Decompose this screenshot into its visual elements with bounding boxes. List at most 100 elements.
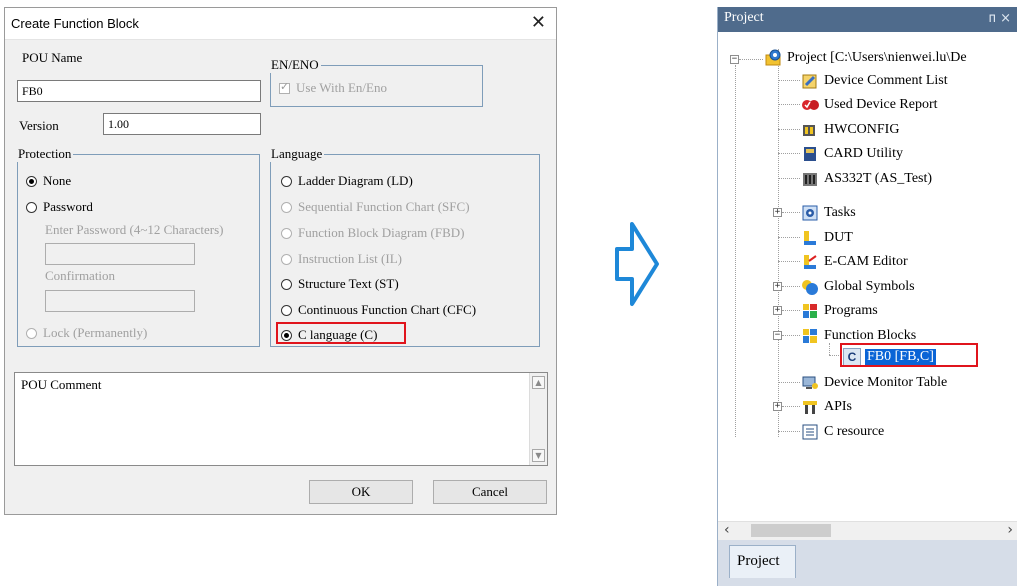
protection-lock-radio[interactable]: Lock (Permanently): [26, 325, 147, 341]
horizontal-scrollbar[interactable]: ‹ ›: [718, 521, 1017, 540]
pin-close-icon[interactable]: ᴨ ×: [989, 11, 1011, 26]
comment-list-icon: [801, 72, 819, 90]
scroll-left-icon[interactable]: ‹: [724, 522, 730, 538]
tree-connector: [778, 80, 800, 81]
confirmation-input: [45, 290, 195, 312]
language-sfc-radio[interactable]: Sequential Function Chart (SFC): [281, 199, 470, 215]
language-il-radio[interactable]: Instruction List (IL): [281, 251, 402, 267]
language-ld-radio[interactable]: Ladder Diagram (LD): [281, 173, 413, 189]
language-fbd-label: Function Block Diagram (FBD): [298, 225, 465, 240]
language-st-radio[interactable]: Structure Text (ST): [281, 276, 399, 292]
project-panel: Project ᴨ × − Project [C:\Users\nienwei.…: [717, 7, 1017, 586]
tree-connector: [782, 406, 800, 407]
version-label: Version: [19, 118, 59, 133]
tree-item-device-monitor-table[interactable]: Device Monitor Table: [801, 372, 947, 394]
protection-lock-label: Lock (Permanently): [43, 325, 148, 340]
scroll-up-icon[interactable]: ▲: [532, 376, 545, 389]
tree-item-c-resource[interactable]: C resource: [801, 421, 884, 443]
dialog-titlebar: Create Function Block ✕: [5, 8, 556, 40]
collapse-icon[interactable]: −: [730, 55, 739, 64]
tree-item-label: CARD Utility: [824, 146, 903, 161]
tree-connector: [778, 178, 800, 179]
protection-password-label: Password: [43, 199, 93, 214]
radio-icon: [281, 175, 292, 187]
tab-project[interactable]: Project: [729, 545, 796, 578]
tree-item-apis[interactable]: APIs: [801, 396, 852, 418]
version-input[interactable]: 1.00: [103, 113, 261, 135]
language-cfc-radio[interactable]: Continuous Function Chart (CFC): [281, 302, 476, 318]
ecam-editor-icon: [801, 253, 819, 271]
use-en-eno-checkbox[interactable]: Use With En/Eno: [279, 80, 387, 96]
dialog-title: Create Function Block: [11, 16, 139, 31]
expand-icon[interactable]: +: [773, 402, 782, 411]
tree-item-ecam-editor[interactable]: E-CAM Editor: [801, 251, 908, 273]
tree-item-global-symbols[interactable]: Global Symbols: [801, 276, 915, 298]
panel-header: Project ᴨ ×: [718, 7, 1017, 32]
protection-password-radio[interactable]: Password: [26, 199, 93, 215]
tree-connector: [778, 49, 779, 437]
tree-item-label: Programs: [824, 303, 878, 318]
panel-title: Project: [724, 10, 764, 25]
pou-name-input[interactable]: FB0: [17, 80, 261, 102]
tree-connector: [782, 286, 800, 287]
tree-item-label: Device Monitor Table: [824, 375, 948, 390]
tree-item-as332t[interactable]: AS332T (AS_Test): [801, 168, 932, 190]
right-arrow-icon: [615, 222, 659, 306]
create-function-block-dialog: Create Function Block ✕ POU Name FB0 Ver…: [4, 7, 557, 515]
device-report-icon: [801, 96, 819, 114]
scroll-down-icon[interactable]: ▼: [532, 449, 545, 462]
tree-connector: [735, 65, 736, 437]
tree-item-hwconfig[interactable]: HWCONFIG: [801, 119, 899, 141]
radio-selected-icon: [26, 175, 37, 187]
tree-connector: [782, 335, 800, 336]
protection-group-label: Protection: [17, 146, 74, 162]
expand-icon[interactable]: +: [773, 282, 782, 291]
language-fbd-radio[interactable]: Function Block Diagram (FBD): [281, 225, 464, 241]
comment-scrollbar[interactable]: ▲ ▼: [529, 373, 547, 465]
scrollbar-thumb[interactable]: [751, 524, 831, 537]
tree-item-label: Tasks: [824, 205, 856, 220]
tree-item-project[interactable]: Project [C:\Users\nienwei.lu\De: [764, 47, 967, 69]
tree-item-dut[interactable]: DUT: [801, 227, 853, 249]
password-input: [45, 243, 195, 265]
protection-none-label: None: [43, 173, 72, 188]
tree-item-card-utility[interactable]: CARD Utility: [801, 143, 903, 165]
checkbox-icon: [279, 80, 290, 94]
language-group-label: Language: [270, 146, 325, 162]
tree-item-programs[interactable]: Programs: [801, 300, 878, 322]
scroll-right-icon[interactable]: ›: [1007, 522, 1013, 538]
tree-item-tasks[interactable]: Tasks: [801, 202, 856, 224]
hwconfig-icon: [801, 121, 819, 139]
cancel-button[interactable]: Cancel: [433, 480, 547, 504]
tree-item-label: DUT: [824, 230, 853, 245]
protection-none-radio[interactable]: None: [26, 173, 71, 189]
tree-item-label: Used Device Report: [824, 97, 938, 112]
tree-item-label: Global Symbols: [824, 279, 915, 294]
tree-connector: [782, 212, 800, 213]
collapse-icon[interactable]: −: [773, 331, 782, 340]
ok-button[interactable]: OK: [309, 480, 413, 504]
pou-comment-textarea[interactable]: POU Comment ▲ ▼: [14, 372, 548, 466]
use-en-eno-label: Use With En/Eno: [296, 80, 387, 95]
tree-item-device-comment-list[interactable]: Device Comment List: [801, 70, 948, 92]
programs-icon: [801, 302, 819, 320]
tree-connector: [778, 382, 800, 383]
plc-icon: [801, 170, 819, 188]
tree-item-label: E-CAM Editor: [824, 254, 908, 269]
en-eno-group-label: EN/ENO: [270, 57, 321, 73]
dut-icon: [801, 229, 819, 247]
radio-icon: [281, 227, 292, 239]
close-icon[interactable]: ✕: [531, 12, 546, 33]
highlight-box: [840, 343, 978, 367]
expand-icon[interactable]: +: [773, 208, 782, 217]
language-ld-label: Ladder Diagram (LD): [298, 173, 413, 188]
expand-icon[interactable]: +: [773, 306, 782, 315]
tree-item-used-device-report[interactable]: Used Device Report: [801, 94, 938, 116]
radio-icon: [281, 253, 292, 265]
enter-password-label: Enter Password (4~12 Characters): [45, 222, 224, 237]
language-sfc-label: Sequential Function Chart (SFC): [298, 199, 470, 214]
card-utility-icon: [801, 145, 819, 163]
tree-connector: [739, 59, 763, 60]
tree-item-label: C resource: [824, 424, 885, 439]
c-resource-icon: [801, 423, 819, 441]
